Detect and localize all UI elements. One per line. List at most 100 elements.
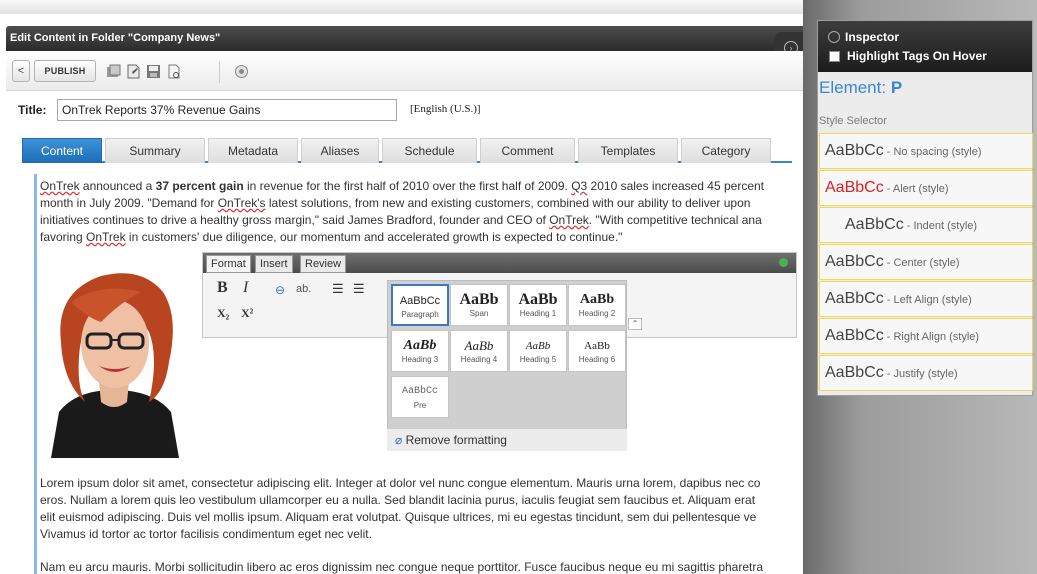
style-item-alert[interactable]: AaBbCc - Alert (style): [819, 170, 1033, 206]
style-name: Heading 2: [578, 309, 616, 318]
bold-run: 37 percent gain: [155, 179, 244, 193]
style-name: Pre: [413, 401, 427, 410]
body-line: favoring OnTrek in customers' due dilige…: [40, 229, 622, 246]
style-heading-6[interactable]: AaBb Heading 6: [568, 330, 626, 372]
style-paragraph[interactable]: AaBbCc Paragraph: [391, 284, 449, 326]
company-name: OnTrek: [40, 179, 80, 193]
style-heading-4[interactable]: AaBb Heading 4: [450, 330, 508, 372]
text-run: . "With competitive technical ana: [588, 213, 762, 227]
element-tag: P: [890, 78, 903, 97]
inspector-panel: Inspector Highlight Tags On Hover Elemen…: [817, 20, 1033, 396]
style-item-no-spacing[interactable]: AaBbCc - No spacing (style): [819, 133, 1033, 169]
style-name: Heading 3: [401, 355, 439, 364]
remove-formatting-button[interactable]: ⌀ Remove formatting: [387, 428, 627, 451]
text-run: announced a: [79, 179, 156, 193]
style-sample: AaBbCc: [825, 364, 884, 381]
body-line: elit euismod adipiscing. Duis vel mollis…: [40, 510, 757, 524]
tab-format[interactable]: Format: [206, 255, 251, 273]
style-name: Heading 4: [460, 355, 498, 364]
portrait-photo[interactable]: [41, 262, 188, 458]
save-icon[interactable]: [146, 64, 161, 79]
text-run: 2010 sales increased 45 percent: [587, 179, 765, 193]
style-sample: AaBbCc: [825, 142, 884, 159]
style-sample: AaBb: [459, 291, 499, 308]
style-item-indent[interactable]: AaBbCc - Indent (style): [819, 207, 1033, 243]
body-line: month in July 2009. "Demand for OnTrek's…: [40, 195, 750, 212]
tab-aliases[interactable]: Aliases: [301, 138, 379, 163]
style-item-justify[interactable]: AaBbCc - Justify (style): [819, 355, 1033, 391]
numbered-list-icon[interactable]: ☰: [332, 281, 344, 297]
bulleted-list-icon[interactable]: ☰: [353, 281, 365, 297]
tab-metadata[interactable]: Metadata: [208, 138, 298, 163]
tab-review[interactable]: Review: [300, 255, 347, 273]
style-sample: AaBb: [403, 338, 437, 353]
style-sample: AaBbCc: [825, 253, 884, 270]
subscript-button[interactable]: X₂: [217, 306, 229, 321]
body-line: OnTrek announced a 37 percent gain in re…: [40, 178, 764, 195]
body-line: initiatives continues to drive a healthy…: [40, 212, 762, 229]
italic-button[interactable]: I: [243, 279, 248, 297]
style-item-right-align[interactable]: AaBbCc - Right Align (style): [819, 318, 1033, 354]
tab-category[interactable]: Category: [681, 138, 771, 163]
style-heading-5[interactable]: AaBb Heading 5: [509, 330, 567, 372]
text-run: Q3: [571, 179, 588, 193]
top-shadow-bar: [0, 0, 803, 14]
style-desc: - Justify (style): [883, 368, 958, 380]
window-title: Edit Content in Folder "Company News": [10, 32, 221, 44]
tab-summary[interactable]: Summary: [105, 138, 205, 163]
inspector-toggle-icon[interactable]: [828, 31, 840, 43]
body-line: Vivamus id tortor ac tortor facilisis co…: [40, 527, 372, 541]
tab-templates[interactable]: Templates: [578, 138, 678, 163]
highlight-tags-checkbox[interactable]: [829, 51, 840, 62]
style-sample: AaBb: [464, 338, 494, 353]
style-sample: AaBbCc: [825, 290, 884, 307]
back-button[interactable]: <: [12, 60, 30, 82]
preview-icon[interactable]: [166, 64, 181, 79]
style-desc: - Alert (style): [883, 183, 949, 195]
company-name: OnTrek's: [217, 196, 266, 210]
style-name: Span: [469, 309, 489, 318]
style-pre[interactable]: AaBbCc Pre: [391, 376, 449, 418]
window-titlebar: Edit Content in Folder "Company News": [6, 26, 806, 51]
style-name: Heading 5: [519, 355, 557, 364]
style-desc: - Right Align (style): [883, 331, 980, 343]
style-name: Heading 6: [578, 355, 616, 364]
tab-content[interactable]: Content: [22, 138, 102, 163]
superscript-button[interactable]: X²: [241, 306, 253, 321]
save-draft-icon[interactable]: [126, 64, 141, 79]
help-icon[interactable]: [234, 64, 249, 79]
style-sample: AaBbCc: [401, 386, 438, 397]
tab-schedule[interactable]: Schedule: [382, 138, 477, 163]
collapse-styles-icon[interactable]: ⌃: [628, 318, 642, 330]
style-item-center[interactable]: AaBbCc - Center (style): [819, 244, 1033, 280]
style-span[interactable]: AaBb Span: [450, 284, 508, 326]
title-input[interactable]: OnTrek Reports 37% Revenue Gains: [57, 99, 397, 121]
abbreviation-button[interactable]: ab.: [296, 283, 311, 295]
style-gallery: AaBbCc Paragraph AaBb Span AaBb Heading 1 A…: [387, 280, 627, 451]
style-heading-1[interactable]: AaBb Heading 1: [509, 284, 567, 326]
status-gem-icon: [779, 258, 788, 267]
format-popup-tabbar: Format Insert Review: [203, 253, 796, 273]
style-sample: AaBb: [525, 340, 551, 352]
style-desc: - Center (style): [883, 257, 960, 269]
text-run: favoring: [40, 230, 87, 244]
toolbar-divider: [219, 61, 220, 83]
style-desc: - Left Align (style): [883, 294, 972, 306]
company-name: OnTrek: [86, 230, 126, 244]
bold-button[interactable]: B: [217, 279, 228, 297]
publish-button[interactable]: PUBLISH: [34, 60, 96, 82]
text-run: in revenue for the first half of 2010 ov…: [243, 179, 572, 193]
tab-insert[interactable]: Insert: [255, 255, 293, 273]
style-desc: - No spacing (style): [883, 146, 982, 158]
style-heading-3[interactable]: AaBb Heading 3: [391, 330, 449, 372]
inspector-title: Inspector: [845, 30, 900, 44]
style-sample: AaBbCc: [845, 216, 904, 233]
style-sample: AaBbCc: [825, 327, 884, 344]
link-icon[interactable]: ⊖: [275, 283, 285, 298]
style-heading-2[interactable]: AaBb Heading 2: [568, 284, 626, 326]
tab-comment[interactable]: Comment: [480, 138, 575, 163]
content-tabs: Content Summary Metadata Aliases Schedul…: [22, 136, 792, 163]
style-item-left-align[interactable]: AaBbCc - Left Align (style): [819, 281, 1033, 317]
checkin-icon[interactable]: [106, 64, 121, 79]
language-label: [English (U.S.)]: [410, 103, 481, 115]
